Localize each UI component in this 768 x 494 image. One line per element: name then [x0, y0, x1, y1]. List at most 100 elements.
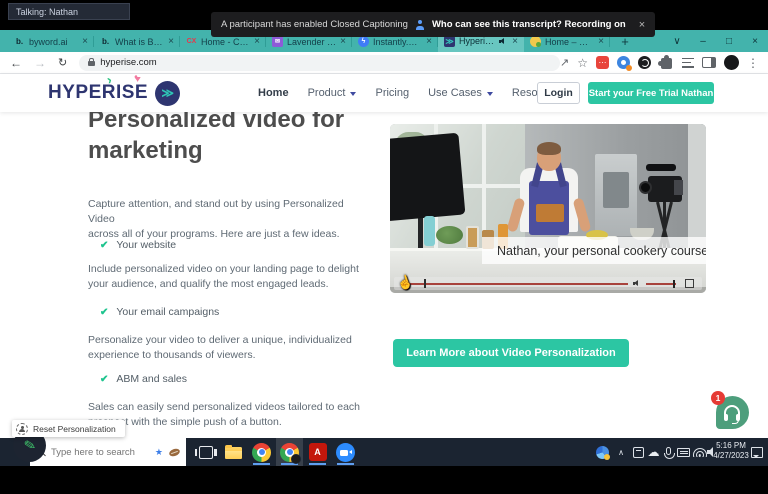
page-viewport: Personalized video for marketing Capture…	[0, 74, 768, 438]
login-button[interactable]: Login	[537, 82, 580, 104]
check-item-abm: ✔ ABM and sales	[100, 373, 187, 385]
chevron-down-icon	[487, 92, 493, 96]
cloud-icon: ☁	[648, 445, 660, 459]
address-bar[interactable]: hyperise.com	[79, 55, 560, 71]
site-header: HYPERISE › ♥ ≫ Home Product Pricing Use …	[0, 74, 768, 112]
tab-close-icon[interactable]: ×	[340, 36, 346, 47]
hyperise-favicon: ≫	[444, 36, 455, 47]
nav-product[interactable]: Product	[308, 87, 357, 99]
forward-icon[interactable]: →	[34, 56, 46, 70]
tray-app-window[interactable]	[630, 438, 646, 466]
taskbar-search[interactable]: ★	[30, 438, 186, 466]
tab-audio-icon[interactable]	[499, 37, 508, 46]
keyboard-icon	[677, 448, 690, 457]
lavender-favicon: ✉	[272, 36, 283, 47]
prop-jar	[466, 226, 479, 249]
tab-close-icon[interactable]: ×	[254, 36, 260, 47]
acrobat-icon: A	[309, 443, 327, 461]
zoom-icon	[336, 443, 355, 462]
video-player[interactable]: Nathan, your personal cookery course ☝	[390, 124, 706, 293]
video-caption: Nathan, your personal cookery course	[482, 237, 706, 264]
reading-list-icon[interactable]	[682, 58, 694, 68]
reset-personalization-button[interactable]: Reset Personalization	[12, 420, 125, 437]
volume-icon[interactable]	[633, 279, 642, 288]
tab-byword[interactable]: b. byword.ai ×	[8, 31, 94, 52]
nav-use-cases[interactable]: Use Cases	[428, 87, 493, 99]
action-center-button[interactable]	[747, 438, 766, 466]
logo-circle-mark: ≫	[155, 81, 180, 106]
reload-icon[interactable]: ↻	[58, 56, 67, 69]
check-item-website: ✔ Your website	[100, 239, 176, 251]
tab-close-icon[interactable]: ×	[512, 36, 518, 47]
prop-bottle	[424, 216, 435, 246]
tab-search-icon[interactable]: ∨	[664, 30, 690, 52]
lock-icon	[88, 61, 95, 66]
free-trial-button[interactable]: Start your Free Trial Nathan	[588, 82, 714, 104]
video-control-bar	[394, 277, 702, 290]
profile-badge	[291, 454, 301, 464]
zoom-button[interactable]	[332, 438, 359, 466]
minimize-icon[interactable]: –	[690, 30, 716, 52]
hyperise-logo[interactable]: HYPERISE › ♥ ≫	[48, 80, 180, 106]
video-progress-bar[interactable]	[404, 283, 628, 285]
chrome-button[interactable]	[248, 438, 275, 466]
person-icon	[415, 20, 425, 30]
tray-overflow[interactable]: ∧	[613, 438, 629, 466]
chevron-up-icon: ∧	[618, 448, 624, 457]
file-explorer-button[interactable]	[220, 438, 247, 466]
learn-more-button[interactable]: Learn More about Video Personalization	[393, 339, 629, 367]
chat-widget-button[interactable]: 1	[716, 396, 749, 429]
pencil-icon: ✎	[22, 436, 37, 455]
camera-microphone	[646, 164, 676, 171]
tab-close-icon[interactable]: ×	[82, 36, 88, 47]
extension-gear-icon[interactable]	[617, 56, 630, 69]
tray-help[interactable]	[592, 438, 612, 466]
window-controls: ∨ – □ ×	[664, 30, 768, 52]
studio-monitor	[390, 133, 465, 222]
website-paragraph: Include personalized video on your landi…	[88, 262, 370, 292]
volume-knob[interactable]	[673, 280, 675, 288]
tray-microphone[interactable]	[661, 438, 676, 466]
search-input[interactable]	[51, 447, 149, 458]
taskbar-clock[interactable]: 5:16 PM 4/27/2023	[712, 441, 750, 462]
cc-notice-text: A participant has enabled Closed Caption…	[221, 19, 408, 30]
back-icon[interactable]: ←	[10, 56, 22, 70]
maximize-icon[interactable]: □	[716, 30, 742, 52]
cc-notification: A participant has enabled Closed Caption…	[211, 12, 655, 37]
extensions-puzzle-icon[interactable]	[661, 58, 672, 69]
acrobat-button[interactable]: A	[304, 438, 331, 466]
profile-avatar[interactable]	[724, 55, 739, 70]
extension-swirl-icon[interactable]	[638, 56, 651, 69]
extension-red-icon[interactable]: ⋯	[596, 56, 609, 69]
tray-onedrive[interactable]: ☁	[645, 438, 662, 466]
task-view-button[interactable]	[192, 438, 219, 466]
chrome-profile-button[interactable]	[276, 438, 303, 466]
caffeinate-favicon: CX	[186, 36, 197, 47]
nav-home[interactable]: Home	[258, 87, 289, 99]
fullscreen-icon[interactable]	[685, 279, 694, 288]
check-icon: ✔	[100, 240, 108, 251]
side-panel-icon[interactable]	[702, 57, 716, 68]
transcript-link[interactable]: Who can see this transcript? Recording o…	[432, 19, 626, 30]
bookmark-star-icon[interactable]: ☆	[577, 56, 588, 70]
email-paragraph: Personalize your video to deliver a uniq…	[88, 333, 370, 363]
tab-close-icon[interactable]: ×	[598, 36, 604, 47]
browser-menu-icon[interactable]: ⋮	[747, 56, 759, 70]
notification-close-icon[interactable]: ×	[639, 19, 645, 31]
nav-pricing[interactable]: Pricing	[375, 87, 409, 99]
abm-paragraph: Sales can easily send personalized video…	[88, 400, 370, 430]
volume-slider[interactable]	[646, 283, 676, 285]
notification-icon	[751, 447, 763, 458]
close-icon[interactable]: ×	[742, 30, 768, 52]
share-icon[interactable]: ↗	[560, 56, 569, 69]
folder-icon	[225, 447, 242, 459]
prop-greens	[436, 226, 463, 244]
tab-close-icon[interactable]: ×	[168, 36, 174, 47]
video-playhead[interactable]	[424, 279, 426, 288]
tray-keyboard[interactable]	[675, 438, 692, 466]
tab-what-is-byword[interactable]: b. What is Byword? ×	[94, 31, 180, 52]
headset-icon	[724, 405, 740, 416]
tab-close-icon[interactable]: ×	[426, 36, 432, 47]
check-item-email: ✔ Your email campaigns	[100, 306, 219, 318]
app-window-icon	[633, 447, 644, 458]
